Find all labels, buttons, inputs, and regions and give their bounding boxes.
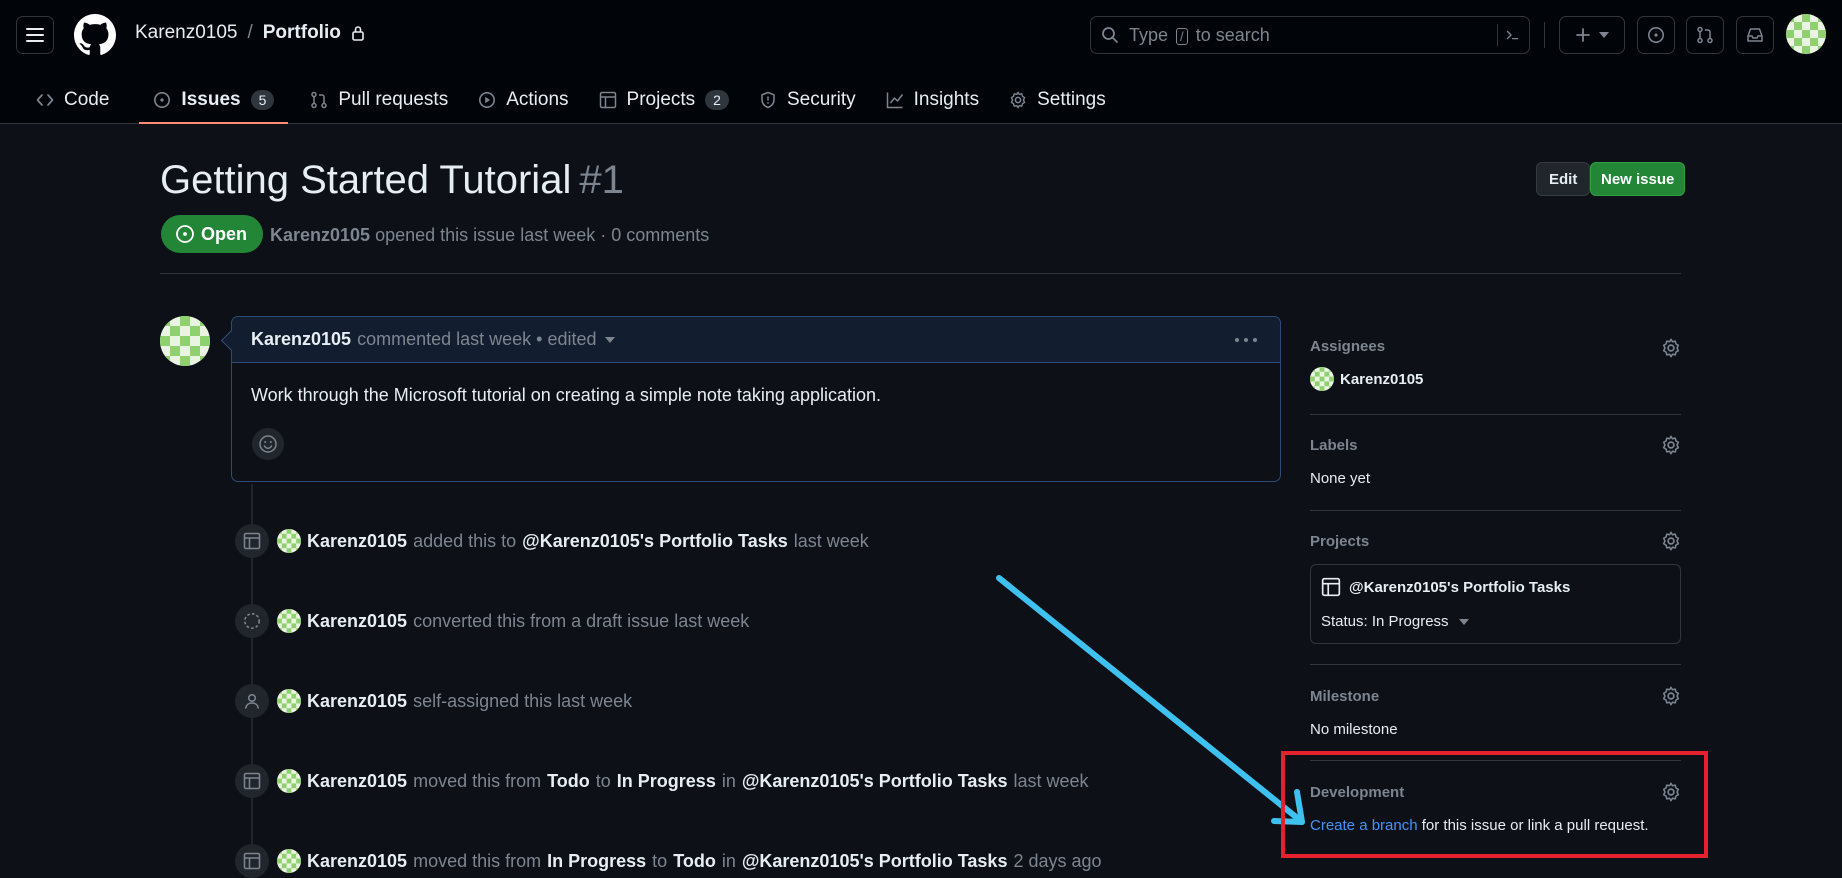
annotation-arrow bbox=[996, 575, 1305, 825]
annotation-highlight-box bbox=[1281, 751, 1708, 858]
